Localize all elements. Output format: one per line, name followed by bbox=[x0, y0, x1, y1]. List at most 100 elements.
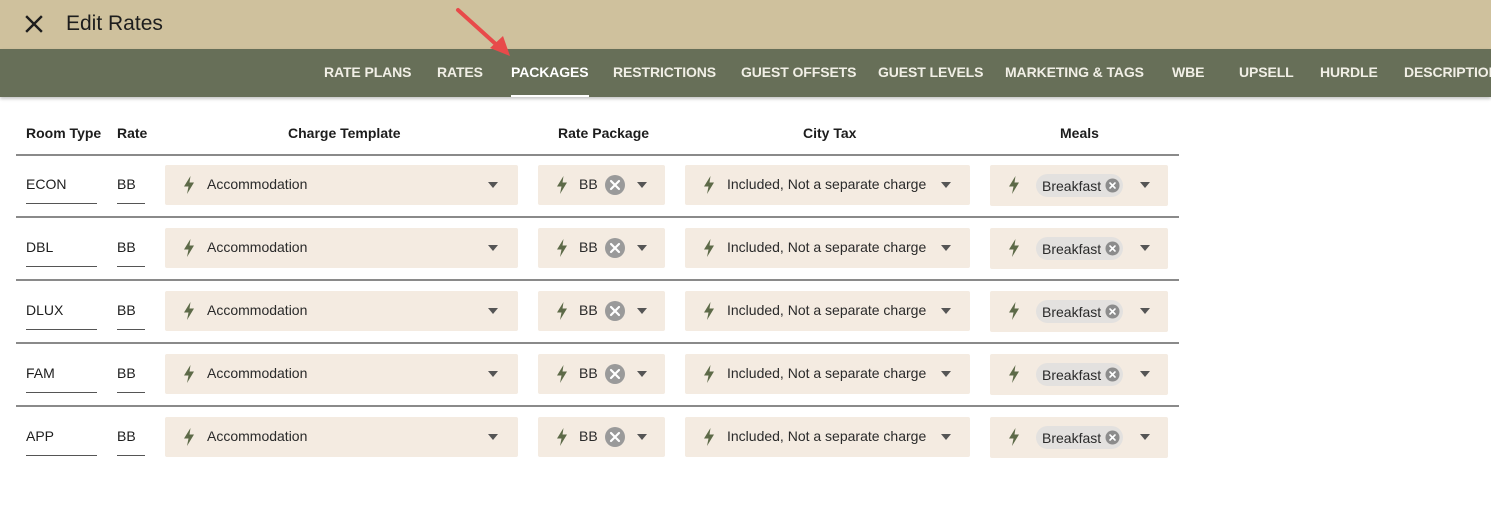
room-type-value: FAM bbox=[26, 365, 55, 381]
charge-template-select[interactable]: Accommodation bbox=[165, 228, 518, 268]
chevron-down-icon[interactable] bbox=[941, 371, 951, 377]
room-type-value: APP bbox=[26, 428, 55, 444]
chevron-down-icon[interactable] bbox=[1140, 308, 1150, 314]
lightning-bolt-icon bbox=[702, 364, 716, 384]
chevron-down-icon[interactable] bbox=[941, 245, 951, 251]
room-type-value: ECON bbox=[26, 176, 67, 192]
chevron-down-icon[interactable] bbox=[1140, 371, 1150, 377]
city-tax-select[interactable]: Included, Not a separate charge bbox=[685, 291, 970, 331]
tab-wbe[interactable]: WBE bbox=[1172, 49, 1204, 97]
rate-package-value: BB bbox=[579, 302, 598, 318]
chevron-down-icon[interactable] bbox=[637, 308, 647, 314]
chevron-down-icon[interactable] bbox=[488, 245, 498, 251]
tab-bar: RATE PLANS RATES PACKAGES RESTRICTIONS G… bbox=[0, 49, 1491, 97]
rate-value: BB bbox=[117, 239, 136, 255]
chevron-down-icon[interactable] bbox=[637, 245, 647, 251]
meal-chip-label: Breakfast bbox=[1042, 430, 1102, 446]
lightning-bolt-icon bbox=[702, 238, 716, 258]
lightning-bolt-icon bbox=[702, 427, 716, 447]
tab-packages[interactable]: PACKAGES bbox=[511, 49, 589, 97]
tab-restrictions[interactable]: RESTRICTIONS bbox=[613, 49, 716, 97]
tab-upsell[interactable]: UPSELL bbox=[1239, 49, 1294, 97]
tab-rates[interactable]: RATES bbox=[437, 49, 483, 97]
rate-field[interactable]: BB bbox=[117, 407, 145, 456]
tab-description[interactable]: DESCRIPTION bbox=[1404, 49, 1491, 97]
rate-package-select[interactable]: BB bbox=[538, 165, 665, 205]
lightning-bolt-icon bbox=[1007, 175, 1021, 195]
chevron-down-icon[interactable] bbox=[637, 182, 647, 188]
room-type-field[interactable]: DBL bbox=[26, 218, 97, 267]
meal-chip[interactable]: Breakfast bbox=[1036, 426, 1123, 449]
city-tax-select[interactable]: Included, Not a separate charge bbox=[685, 165, 970, 205]
chevron-down-icon[interactable] bbox=[488, 434, 498, 440]
city-tax-select[interactable]: Included, Not a separate charge bbox=[685, 354, 970, 394]
chip-remove-icon[interactable] bbox=[1105, 178, 1120, 193]
table-row: FAM BB Accommodation BB Included, Not a … bbox=[16, 344, 1179, 407]
city-tax-select[interactable]: Included, Not a separate charge bbox=[685, 228, 970, 268]
chevron-down-icon[interactable] bbox=[941, 182, 951, 188]
room-type-value: DBL bbox=[26, 239, 54, 255]
clear-circle-icon[interactable] bbox=[604, 237, 626, 259]
meals-select[interactable]: Breakfast bbox=[990, 354, 1168, 395]
chip-remove-icon[interactable] bbox=[1105, 304, 1120, 319]
meal-chip[interactable]: Breakfast bbox=[1036, 237, 1123, 260]
clear-circle-icon[interactable] bbox=[604, 174, 626, 196]
chevron-down-icon[interactable] bbox=[941, 434, 951, 440]
charge-template-value: Accommodation bbox=[207, 239, 308, 255]
column-header-city-tax: City Tax bbox=[803, 125, 857, 141]
chip-remove-icon[interactable] bbox=[1105, 430, 1120, 445]
table-row: ECON BB Accommodation BB Included, Not a… bbox=[16, 155, 1179, 218]
rate-field[interactable]: BB bbox=[117, 281, 145, 330]
charge-template-select[interactable]: Accommodation bbox=[165, 354, 518, 394]
clear-circle-icon[interactable] bbox=[604, 426, 626, 448]
rate-package-select[interactable]: BB bbox=[538, 417, 665, 457]
tab-hurdle[interactable]: HURDLE bbox=[1320, 49, 1378, 97]
close-icon[interactable] bbox=[20, 10, 48, 38]
meal-chip[interactable]: Breakfast bbox=[1036, 300, 1123, 323]
clear-circle-icon[interactable] bbox=[604, 363, 626, 385]
meal-chip-label: Breakfast bbox=[1042, 367, 1102, 383]
clear-circle-icon[interactable] bbox=[604, 300, 626, 322]
rate-field[interactable]: BB bbox=[117, 155, 145, 204]
tab-rate-plans[interactable]: RATE PLANS bbox=[324, 49, 412, 97]
chevron-down-icon[interactable] bbox=[488, 182, 498, 188]
tab-marketing-tags[interactable]: MARKETING & TAGS bbox=[1005, 49, 1144, 97]
chevron-down-icon[interactable] bbox=[488, 371, 498, 377]
room-type-field[interactable]: DLUX bbox=[26, 281, 97, 330]
meals-select[interactable]: Breakfast bbox=[990, 291, 1168, 332]
room-type-field[interactable]: FAM bbox=[26, 344, 97, 393]
page-title: Edit Rates bbox=[66, 12, 163, 35]
rate-value: BB bbox=[117, 176, 136, 192]
meal-chip[interactable]: Breakfast bbox=[1036, 363, 1123, 386]
meals-select[interactable]: Breakfast bbox=[990, 165, 1168, 206]
chevron-down-icon[interactable] bbox=[488, 308, 498, 314]
rate-package-select[interactable]: BB bbox=[538, 228, 665, 268]
rate-package-select[interactable]: BB bbox=[538, 291, 665, 331]
tab-guest-offsets[interactable]: GUEST OFFSETS bbox=[741, 49, 856, 97]
column-header-rate-package: Rate Package bbox=[558, 125, 650, 141]
chevron-down-icon[interactable] bbox=[637, 371, 647, 377]
charge-template-select[interactable]: Accommodation bbox=[165, 417, 518, 457]
meals-select[interactable]: Breakfast bbox=[990, 228, 1168, 269]
chip-remove-icon[interactable] bbox=[1105, 367, 1120, 382]
chevron-down-icon[interactable] bbox=[637, 434, 647, 440]
charge-template-select[interactable]: Accommodation bbox=[165, 291, 518, 331]
chevron-down-icon[interactable] bbox=[941, 308, 951, 314]
lightning-bolt-icon bbox=[1007, 238, 1021, 258]
rate-package-select[interactable]: BB bbox=[538, 354, 665, 394]
city-tax-select[interactable]: Included, Not a separate charge bbox=[685, 417, 970, 457]
chevron-down-icon[interactable] bbox=[1140, 434, 1150, 440]
chevron-down-icon[interactable] bbox=[1140, 245, 1150, 251]
lightning-bolt-icon bbox=[182, 175, 196, 195]
meal-chip[interactable]: Breakfast bbox=[1036, 174, 1123, 197]
room-type-field[interactable]: APP bbox=[26, 407, 97, 456]
chip-remove-icon[interactable] bbox=[1105, 241, 1120, 256]
tab-guest-levels[interactable]: GUEST LEVELS bbox=[878, 49, 983, 97]
chevron-down-icon[interactable] bbox=[1140, 182, 1150, 188]
rate-field[interactable]: BB bbox=[117, 344, 145, 393]
meals-select[interactable]: Breakfast bbox=[990, 417, 1168, 458]
room-type-field[interactable]: ECON bbox=[26, 155, 97, 204]
lightning-bolt-icon bbox=[555, 238, 569, 258]
charge-template-select[interactable]: Accommodation bbox=[165, 165, 518, 205]
rate-field[interactable]: BB bbox=[117, 218, 145, 267]
